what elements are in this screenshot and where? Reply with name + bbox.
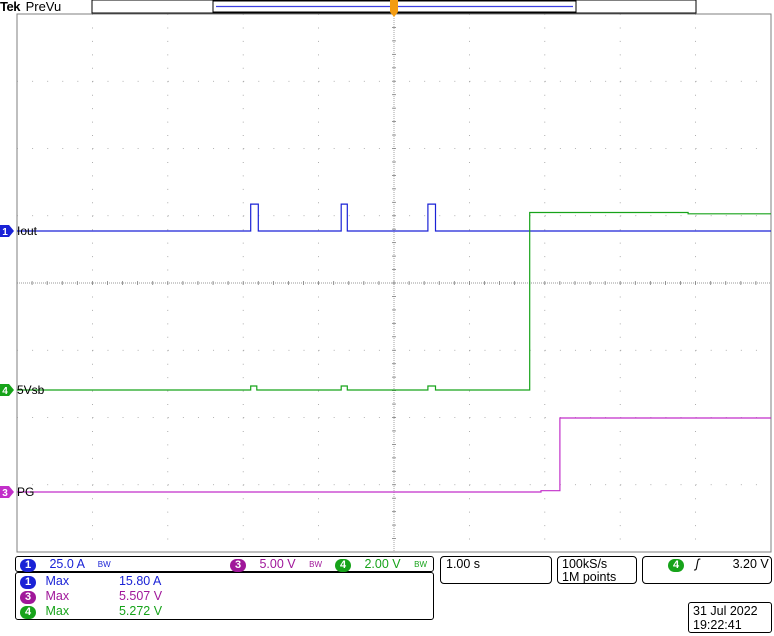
meas3-value: 5.272 V — [118, 604, 163, 618]
ch4-scale[interactable]: 4 2.00 V BW — [335, 557, 427, 572]
meas3-name: Max — [45, 604, 70, 618]
datetime-panel: 31 Jul 2022 19:22:41 — [688, 602, 772, 633]
meas3-badge: 4 — [20, 606, 36, 619]
trigger-level: 3.20 V — [732, 557, 769, 571]
channel-marker-number: 3 — [2, 488, 8, 499]
meas1-name: Max — [45, 574, 70, 588]
channel-marker[interactable]: 4 5Vsb — [0, 383, 45, 397]
waveform-plot: 1 Iout 4 5Vsb 3 PG — [0, 0, 772, 553]
date-text: 31 Jul 2022 — [693, 604, 758, 618]
ch1-scale-value: 25.0 A — [49, 557, 85, 571]
meas2-name: Max — [45, 589, 70, 603]
ch4-badge: 4 — [335, 559, 351, 572]
channel-label: PG — [17, 485, 34, 499]
ch3-scale-value: 5.00 V — [259, 557, 296, 571]
channel-label: 5Vsb — [17, 383, 45, 397]
acquisition-panel[interactable]: 100kS/s 1M points — [557, 556, 637, 584]
channel-marker-number: 1 — [2, 227, 8, 238]
channel-marker-number: 4 — [2, 386, 8, 397]
ch1-bw-icon: BW — [97, 560, 111, 569]
oscilloscope-screen: Tek PreVu 1 Iout 4 5Vsb 3 PG 1 25.0 A BW 3 5.… — [0, 0, 774, 636]
time-text: 19:22:41 — [693, 618, 742, 632]
timebase-value: 1.00 s — [446, 557, 481, 571]
meas1-value: 15.80 A — [118, 574, 162, 588]
ch4-bw-icon: BW — [414, 560, 427, 569]
channel-marker[interactable]: 1 Iout — [0, 224, 38, 238]
channel-marker[interactable]: 3 PG — [0, 485, 34, 499]
channel-label: Iout — [17, 224, 38, 238]
ch3-scale[interactable]: 3 5.00 V BW — [230, 557, 322, 572]
meas1-badge: 1 — [20, 576, 36, 589]
ch1-scale[interactable]: 1 25.0 A BW — [20, 557, 111, 572]
meas2-badge: 3 — [20, 591, 36, 604]
ch1-badge: 1 — [20, 559, 36, 572]
record-length: 1M points — [562, 570, 617, 584]
ch3-bw-icon: BW — [309, 560, 322, 569]
trigger-panel[interactable]: 4 ʃ 3.20 V — [642, 556, 772, 584]
channel-scale-panel: 1 25.0 A BW 3 5.00 V BW 4 2.00 V BW — [15, 556, 434, 572]
trigger-slope-icon: ʃ — [695, 557, 700, 571]
graticule — [16, 13, 772, 553]
ch3-badge: 3 — [230, 559, 246, 572]
measurement-row[interactable]: 3 Max 5.507 V — [20, 589, 162, 604]
measurement-panel: 1 Max 15.80 A 3 Max 5.507 V 4 Max 5.272 … — [15, 572, 434, 620]
ch4-scale-value: 2.00 V — [364, 557, 401, 571]
channel-markers: 1 Iout 4 5Vsb 3 PG — [0, 224, 45, 499]
measurement-row[interactable]: 1 Max 15.80 A — [20, 574, 161, 589]
meas2-value: 5.507 V — [118, 589, 163, 603]
measurement-row[interactable]: 4 Max 5.272 V — [20, 604, 162, 619]
timebase-panel[interactable]: 1.00 s — [440, 556, 552, 584]
trigger-source-badge: 4 — [668, 559, 684, 572]
